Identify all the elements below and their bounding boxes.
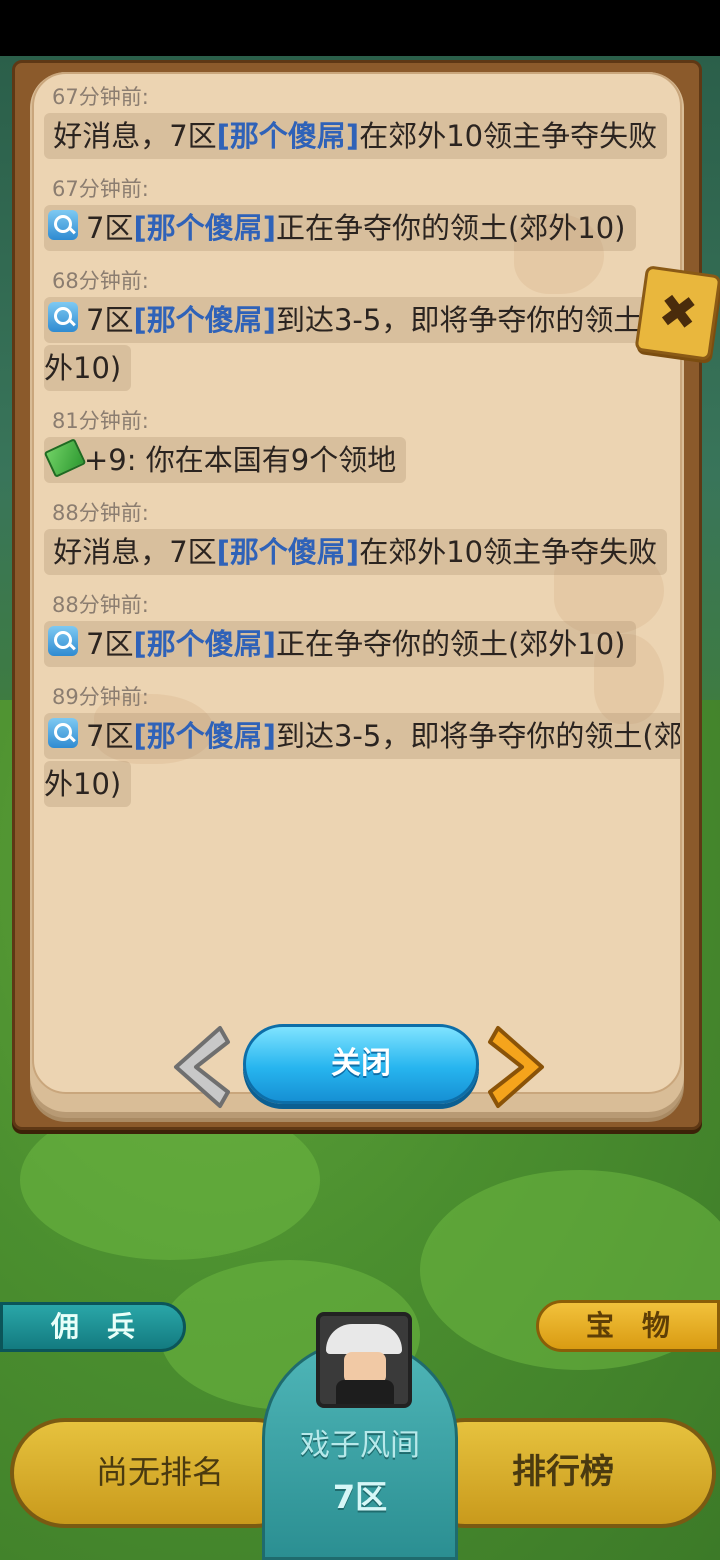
player-name-link[interactable]: [那个傻屌] [133, 627, 276, 661]
message-time: 68分钟前: [52, 269, 149, 293]
message-suffix: 在郊外10领主争夺失败 [359, 535, 658, 569]
message-text: +9: 你在本国有9个领地 [43, 437, 407, 483]
message-prefix: 好消息，7区 [53, 535, 217, 569]
message-text: 7区[那个傻屌]正在争夺你的领土(郊外10) [44, 205, 636, 251]
message-time: 88分钟前: [52, 593, 149, 617]
message-time: 67分钟前: [52, 177, 149, 201]
message-prefix: 7区 [86, 719, 134, 753]
avatar[interactable] [316, 1312, 412, 1408]
list-item: 67分钟前: 7区[那个傻屌]正在争夺你的领土(郊外10) [44, 174, 680, 252]
list-item: 88分钟前: 7区[那个傻屌]正在争夺你的领土(郊外10) [44, 590, 680, 668]
search-icon[interactable] [48, 210, 78, 240]
message-text: 7区[那个傻屌]到达3-5，即将争夺你的领土(郊外10) [44, 297, 680, 391]
message-text: 好消息，7区[那个傻屌]在郊外10领主争夺失败 [44, 113, 668, 159]
search-icon[interactable] [48, 718, 78, 748]
message-text: 好消息，7区[那个傻屌]在郊外10领主争夺失败 [44, 529, 668, 575]
search-icon[interactable] [48, 626, 78, 656]
message-text: 7区[那个傻屌]正在争夺你的领土(郊外10) [44, 621, 636, 667]
list-item: 67分钟前: 好消息，7区[那个傻屌]在郊外10领主争夺失败 [44, 82, 680, 160]
close-button[interactable]: 关闭 [243, 1024, 479, 1104]
search-icon[interactable] [48, 302, 78, 332]
message-time: 89分钟前: [52, 685, 149, 709]
player-name-link[interactable]: [那个傻屌] [133, 211, 276, 245]
message-time: 67分钟前: [52, 85, 149, 109]
message-prefix: 好消息，7区 [53, 119, 217, 153]
list-item: 81分钟前: +9: 你在本国有9个领地 [43, 406, 680, 484]
close-x-button[interactable]: ✖ [634, 265, 720, 361]
money-icon [43, 438, 87, 478]
player-name-link[interactable]: [那个傻屌] [217, 535, 360, 569]
message-prefix: 7区 [86, 211, 134, 245]
player-name-link[interactable]: [那个傻屌] [133, 719, 276, 753]
message-feed: 67分钟前: 好消息，7区[那个傻屌]在郊外10领主争夺失败 67分钟前: 7区[那… [43, 82, 680, 822]
list-item: 88分钟前: 好消息，7区[那个傻屌]在郊外10领主争夺失败 [44, 498, 680, 576]
message-prefix: 7区 [86, 303, 134, 337]
player-name-link[interactable]: [那个傻屌] [133, 303, 276, 337]
message-prefix: +9: 你在本国有9个领地 [84, 443, 397, 477]
player-name: 戏子风间 [300, 1428, 420, 1463]
message-suffix: 正在争夺你的领土(郊外10) [275, 211, 626, 245]
next-page-arrow-icon[interactable] [486, 1022, 556, 1112]
close-icon: ✖ [655, 282, 701, 342]
player-zone: 7区 [332, 1478, 388, 1516]
message-prefix: 7区 [86, 627, 134, 661]
message-suffix: 正在争夺你的领土(郊外10) [275, 627, 626, 661]
message-time: 81分钟前: [52, 409, 149, 433]
message-suffix: 在郊外10领主争夺失败 [359, 119, 658, 153]
message-log-page[interactable]: 67分钟前: 好消息，7区[那个傻屌]在郊外10领主争夺失败 67分钟前: 7区[那… [32, 72, 682, 1094]
list-item: 68分钟前: 7区[那个傻屌]到达3-5，即将争夺你的领土(郊外10) [44, 266, 680, 392]
status-bar [0, 0, 720, 56]
player-name-link[interactable]: [那个傻屌] [217, 119, 360, 153]
message-text: 7区[那个傻屌]到达3-5，即将争夺你的领土(郊外10) [44, 713, 680, 807]
prev-page-arrow-icon[interactable] [162, 1022, 232, 1112]
mercenary-button[interactable]: 佣 兵 [0, 1302, 186, 1352]
message-time: 88分钟前: [52, 501, 149, 525]
treasure-button[interactable]: 宝 物 [536, 1300, 720, 1352]
list-item: 89分钟前: 7区[那个傻屌]到达3-5，即将争夺你的领土(郊外10) [44, 682, 680, 808]
